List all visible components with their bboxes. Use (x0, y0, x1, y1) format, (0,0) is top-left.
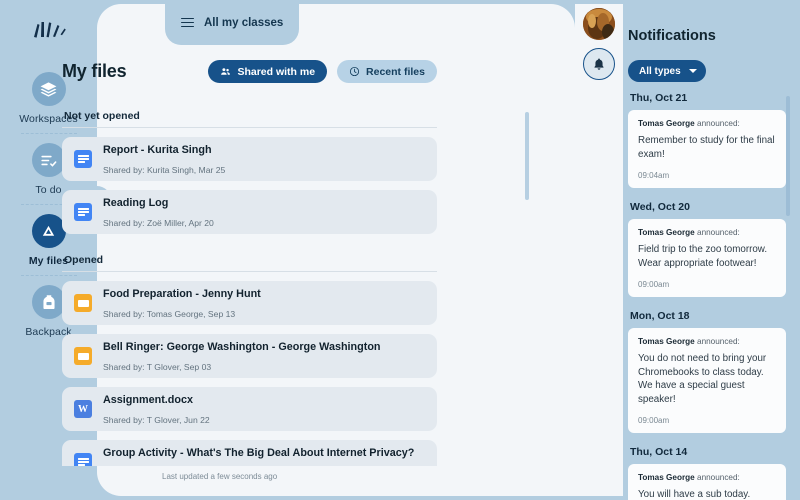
file-list-scroll-area[interactable]: Not yet opened Report - Kurita Singh Sha… (62, 104, 437, 466)
google-docs-icon (74, 453, 92, 466)
notification-author-line: Tomas George announced: (638, 473, 776, 482)
all-types-dropdown[interactable]: All types (628, 60, 706, 82)
file-list-item[interactable]: Food Preparation - Jenny Hunt Shared by:… (62, 281, 437, 325)
file-list-item[interactable]: Bell Ringer: George Washington - George … (62, 334, 437, 378)
avatar[interactable] (583, 8, 615, 40)
notification-author: Tomas George (638, 228, 695, 237)
notification-body: Field trip to the zoo tomorrow. Wear app… (638, 243, 776, 271)
sidebar-item-label: To do (35, 184, 61, 196)
file-list-item[interactable]: Report - Kurita Singh Shared by: Kurita … (62, 137, 437, 181)
all-types-label: All types (639, 66, 681, 77)
section-heading-opened: Opened (62, 248, 437, 272)
backpack-icon (32, 285, 66, 319)
notifications-scrollbar[interactable] (786, 96, 790, 216)
notification-time: 09:00am (638, 280, 776, 289)
notification-card[interactable]: Tomas George announced: You will have a … (628, 464, 786, 500)
burst-logo[interactable] (27, 17, 71, 43)
file-list-item[interactable]: Group Activity - What's The Big Deal Abo… (62, 440, 437, 466)
section-heading-not-yet-opened: Not yet opened (62, 104, 437, 128)
file-title: Reading Log (103, 197, 168, 209)
last-updated-text: Last updated a few seconds ago (162, 472, 277, 481)
notification-date-heading: Thu, Oct 14 (630, 446, 786, 458)
notifications-title: Notifications (628, 28, 716, 44)
notification-card[interactable]: Tomas George announced: You do not need … (628, 328, 786, 434)
notification-action: announced: (697, 228, 740, 237)
all-my-classes-label: All my classes (204, 17, 283, 29)
notification-author: Tomas George (638, 337, 695, 346)
checklist-icon (32, 143, 66, 177)
notification-card[interactable]: Tomas George announced: Field trip to th… (628, 219, 786, 297)
file-title: Bell Ringer: George Washington - George … (103, 341, 381, 353)
file-subtitle: Shared by: Kurita Singh, Mar 25 (103, 165, 225, 175)
notification-action: announced: (697, 473, 740, 482)
drive-icon (32, 214, 66, 248)
google-docs-icon (74, 203, 92, 221)
people-icon (220, 66, 231, 77)
file-subtitle: Shared by: Tomas George, Sep 13 (103, 309, 235, 319)
word-doc-icon: W (74, 400, 92, 418)
notifications-scroll-area[interactable]: Thu, Oct 21 Tomas George announced: Reme… (628, 92, 786, 500)
files-header: My files Shared with me Recent files (62, 60, 437, 83)
google-docs-icon (74, 150, 92, 168)
file-subtitle: Shared by: T Glover, Sep 03 (103, 362, 211, 372)
file-filter-group: Shared with me Recent files (208, 60, 437, 83)
shared-with-me-label: Shared with me (237, 66, 315, 78)
file-list-item[interactable]: W Assignment.docx Shared by: T Glover, J… (62, 387, 437, 431)
bell-icon (592, 57, 606, 71)
notifications-panel: Notifications All types Thu, Oct 21 Toma… (623, 0, 800, 500)
notification-author-line: Tomas George announced: (638, 228, 776, 237)
google-slides-icon (74, 347, 92, 365)
layers-icon (32, 72, 66, 106)
user-avatar-photo (583, 8, 615, 40)
notification-action: announced: (697, 119, 740, 128)
file-list-item[interactable]: Reading Log Shared by: Zoë Miller, Apr 2… (62, 190, 437, 234)
notification-time: 09:04am (638, 171, 776, 180)
notification-author-line: Tomas George announced: (638, 119, 776, 128)
notification-body: You will have a sub today. Please (638, 488, 776, 500)
notification-author: Tomas George (638, 119, 695, 128)
notification-date-heading: Mon, Oct 18 (630, 310, 786, 322)
recent-files-button[interactable]: Recent files (337, 60, 437, 83)
all-my-classes-tab[interactable]: All my classes (165, 0, 299, 45)
file-title: Food Preparation - Jenny Hunt (103, 288, 261, 300)
page-title: My files (62, 61, 126, 82)
notification-body: You do not need to bring your Chromebook… (638, 352, 776, 408)
clock-icon (349, 66, 360, 77)
notification-card[interactable]: Tomas George announced: Remember to stud… (628, 110, 786, 188)
notification-author: Tomas George (638, 473, 695, 482)
notification-action: announced: (697, 337, 740, 346)
google-slides-icon (74, 294, 92, 312)
shared-with-me-button[interactable]: Shared with me (208, 60, 327, 83)
file-title: Group Activity - What's The Big Deal Abo… (103, 447, 414, 459)
file-subtitle: Shared by: T Glover, Jun 22 (103, 415, 210, 425)
hamburger-icon (181, 18, 194, 28)
file-title: Report - Kurita Singh (103, 144, 212, 156)
notifications-bell-button[interactable] (583, 48, 615, 80)
notification-date-heading: Thu, Oct 21 (630, 92, 786, 104)
file-title: Assignment.docx (103, 394, 193, 406)
recent-files-label: Recent files (366, 66, 425, 78)
file-subtitle: Shared by: Zoë Miller, Apr 20 (103, 218, 214, 228)
notification-time: 09:00am (638, 416, 776, 425)
notification-date-heading: Wed, Oct 20 (630, 201, 786, 213)
file-list-scrollbar[interactable] (525, 112, 529, 200)
notification-body: Remember to study for the final exam! (638, 134, 776, 162)
chevron-down-icon (689, 69, 697, 73)
notification-author-line: Tomas George announced: (638, 337, 776, 346)
